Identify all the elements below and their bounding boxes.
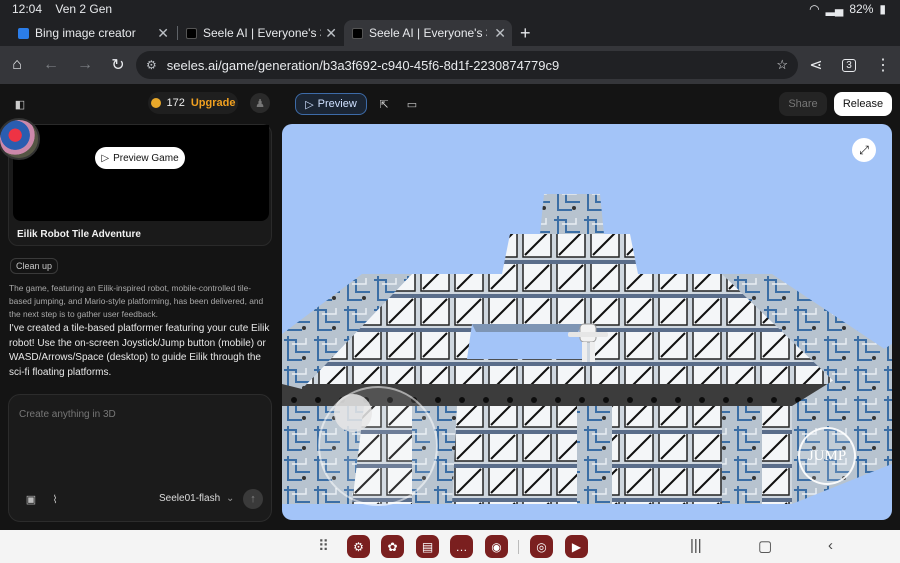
tab-bar: Bing image creator ✕ Seele AI | Everyone…	[0, 18, 900, 46]
app-header: ◧ 172 Upgrade ♟ ▷ Preview ⇱ ▭ Share Rele…	[0, 84, 900, 124]
plus-icon: +	[520, 22, 531, 43]
files-app-icon[interactable]: ▤	[416, 535, 439, 558]
apps-grid-icon[interactable]: ⠿	[318, 537, 329, 555]
credits-count: 172	[166, 97, 185, 109]
tab-title: Seele AI | Everyone's 3D	[369, 26, 487, 40]
seele-favicon-icon	[352, 27, 363, 39]
preview-game-label: Preview Game	[113, 152, 179, 164]
attach-icon[interactable]: ⌇	[47, 491, 63, 507]
battery-icon: ▮	[879, 2, 886, 16]
battery-level: 82%	[849, 2, 874, 16]
forward-icon[interactable]: →	[74, 54, 96, 76]
android-taskbar: ⠿ ⚙ ✿ ▤ … ◉ ◎ ▶ ||| ▢ ‹	[0, 530, 900, 563]
address-bar[interactable]: ⚙ seeles.ai/game/generation/b3a3f692-c94…	[136, 51, 798, 79]
tab-title: Bing image creator	[35, 26, 136, 40]
youtube-app-icon[interactable]: ▶	[565, 535, 588, 558]
game-viewport[interactable]: ⤢ JUMP	[282, 124, 892, 520]
sidebar-toggle-icon[interactable]: ◧	[10, 94, 30, 114]
assistant-message: I've created a tile-based platformer fea…	[9, 323, 270, 378]
flower-app-icon[interactable]: ✿	[381, 535, 404, 558]
prompt-placeholder: Create anything in 3D	[19, 409, 116, 420]
url-text: seeles.ai/game/generation/b3a3f692-c940-…	[166, 57, 560, 73]
folder-icon[interactable]: ▭	[402, 93, 422, 115]
image-upload-icon[interactable]: ▣	[23, 491, 39, 507]
game-preview-thumbnail: ▷ Preview Game	[13, 125, 269, 221]
expand-icon: ⤢	[859, 142, 869, 157]
preview-button[interactable]: ▷ Preview	[295, 93, 367, 115]
close-icon[interactable]: ✕	[494, 25, 506, 42]
share-button[interactable]: Share	[779, 92, 827, 116]
clean-up-button[interactable]: Clean up	[10, 258, 58, 274]
send-button[interactable]: ↑	[243, 489, 263, 509]
tab-switcher-button[interactable]: 3	[838, 54, 860, 76]
summary-text: The game, featuring an Eilik-inspired ro…	[9, 283, 264, 319]
share-icon[interactable]: ⋖	[805, 54, 827, 76]
camera-app-icon[interactable]: ◉	[485, 535, 508, 558]
bookmark-star-icon[interactable]: ☆	[776, 57, 788, 73]
chevron-down-icon: ⌄	[225, 493, 235, 504]
tab-count: 3	[842, 58, 856, 72]
recents-icon[interactable]: |||	[690, 537, 702, 554]
release-button[interactable]: Release	[834, 92, 892, 116]
date: Ven 2 Gen	[55, 2, 113, 16]
tab-title: Seele AI | Everyone's 3D	[203, 26, 321, 40]
browser-toolbar: ⌂ ← → ↻ ⚙ seeles.ai/game/generation/b3a3…	[0, 46, 900, 84]
messages-app-icon[interactable]: …	[450, 535, 473, 558]
upgrade-link[interactable]: Upgrade	[191, 97, 236, 109]
clock: 12:04	[12, 2, 43, 16]
credits-badge[interactable]: 172 Upgrade	[148, 92, 238, 114]
system-status-bar: 12:04 Ven 2 Gen ◠ ▂▄ 82% ▮	[0, 0, 900, 18]
back-icon[interactable]: ←	[40, 54, 62, 76]
settings-app-icon[interactable]: ⚙	[347, 535, 370, 558]
tab-seele-ai-active[interactable]: Seele AI | Everyone's 3D ✕	[344, 20, 512, 46]
more-menu-icon[interactable]: ⋮	[872, 54, 894, 76]
close-icon[interactable]: ✕	[157, 25, 169, 42]
seele-favicon-icon	[186, 27, 197, 39]
open-external-icon[interactable]: ⇱	[374, 93, 394, 115]
chat-panel: ▷ Preview Game Eilik Robot Tile Adventur…	[0, 118, 280, 530]
game-card[interactable]: ▷ Preview Game Eilik Robot Tile Adventur…	[8, 124, 272, 246]
preview-game-button[interactable]: ▷ Preview Game	[95, 147, 185, 169]
user-avatar-icon[interactable]: ♟	[250, 93, 270, 113]
model-selector[interactable]: Seele01-flash ⌄	[159, 493, 234, 504]
joystick-knob[interactable]	[334, 394, 372, 432]
preview-label: Preview	[317, 98, 357, 110]
arrow-up-icon: ↑	[250, 493, 256, 505]
play-icon: ▷	[305, 98, 314, 111]
jump-button[interactable]: JUMP	[798, 427, 856, 485]
tab-seele-ai[interactable]: Seele AI | Everyone's 3D ✕	[178, 20, 343, 46]
home-icon[interactable]: ⌂	[6, 54, 28, 76]
site-settings-icon[interactable]: ⚙	[146, 58, 157, 72]
avatar	[0, 118, 40, 160]
close-icon[interactable]: ✕	[325, 25, 337, 42]
bing-favicon-icon	[18, 27, 29, 39]
home-nav-icon[interactable]: ▢	[758, 537, 772, 555]
fullscreen-button[interactable]: ⤢	[852, 138, 876, 162]
reload-icon[interactable]: ↻	[107, 54, 129, 76]
prompt-input[interactable]: Create anything in 3D ▣ ⌇ Seele01-flash …	[8, 394, 272, 522]
coin-icon	[150, 98, 161, 108]
back-nav-icon[interactable]: ‹	[828, 537, 833, 554]
instagram-app-icon[interactable]: ◎	[530, 535, 553, 558]
wifi-icon: ◠	[809, 2, 820, 16]
tab-bing-image-creator[interactable]: Bing image creator ✕	[10, 20, 175, 46]
play-icon: ▷	[101, 152, 110, 164]
new-tab-button[interactable]: +	[512, 20, 539, 46]
game-title: Eilik Robot Tile Adventure	[17, 229, 141, 240]
model-name: Seele01-flash	[159, 493, 221, 504]
signal-icon: ▂▄	[825, 2, 844, 16]
